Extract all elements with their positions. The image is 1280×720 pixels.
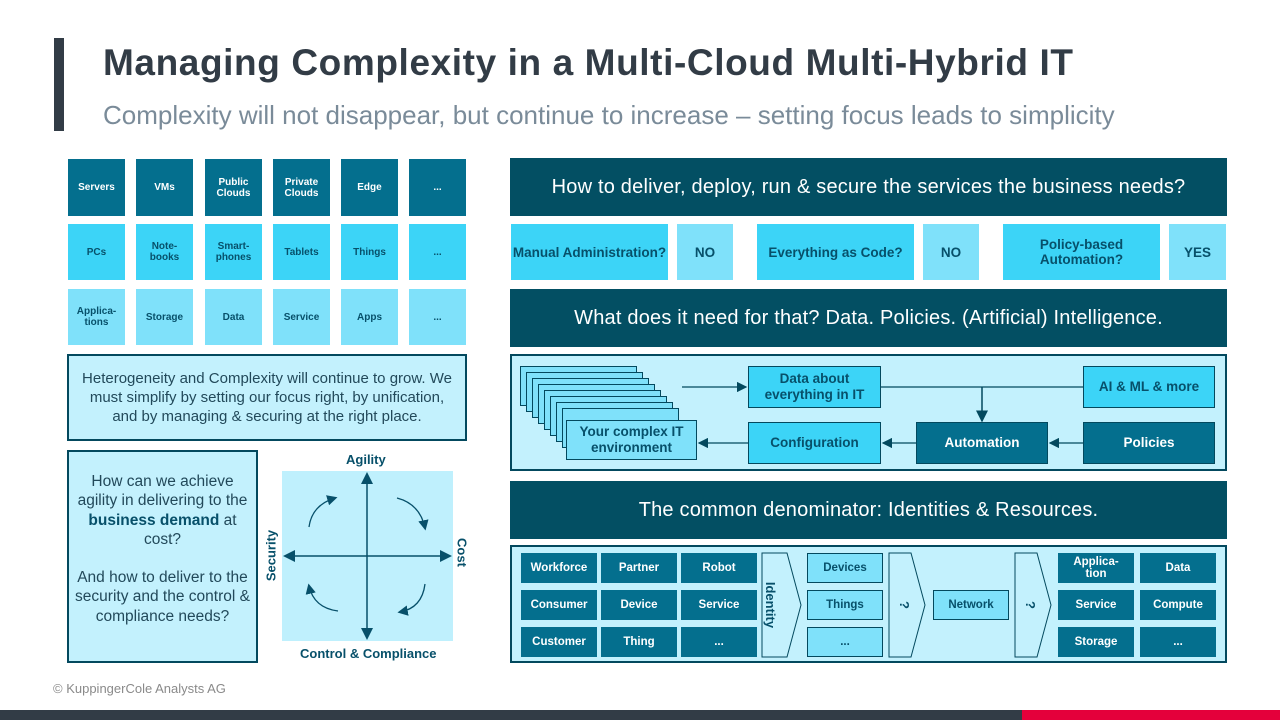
resource-compute: Compute [1140, 590, 1216, 620]
footer-bar-dark [0, 710, 1022, 720]
answer-everything-as-code: NO [923, 224, 979, 280]
cycle-arrow-top-left [308, 495, 338, 528]
tile-edge: Edge [341, 159, 398, 216]
agility-quadrant [282, 471, 453, 641]
tile-things: Things [341, 224, 398, 280]
footer-bar-accent [1022, 710, 1280, 720]
approach-policy-based-automation: Policy-based Automation? [1003, 224, 1160, 280]
axis-label-security: Security [263, 529, 279, 582]
tile-pcs: PCs [68, 224, 125, 280]
copyright: © KuppingerCole Analysts AG [53, 681, 226, 696]
tile-apps: Apps [341, 289, 398, 345]
tile-service: Service [273, 289, 330, 345]
quadrant-axes [283, 472, 452, 640]
tile-private-clouds: Private Clouds [273, 159, 330, 216]
tile-tablets: Tablets [273, 224, 330, 280]
banner-what-need: What does it need for that? Data. Polici… [510, 289, 1227, 347]
axis-label-control-compliance: Control & Compliance [300, 646, 437, 661]
device-more: ... [807, 627, 883, 657]
tile-notebooks: Note- books [136, 224, 193, 280]
resource-storage: Storage [1058, 627, 1134, 657]
cycle-arrow-bottom-right [397, 583, 426, 616]
answer-manual-administration: NO [677, 224, 733, 280]
tile-applications: Applica- tions [68, 289, 125, 345]
network-box: Network [933, 590, 1009, 620]
page-title: Managing Complexity in a Multi-Cloud Mul… [103, 42, 1074, 83]
tile-public-clouds: Public Clouds [205, 159, 262, 216]
approach-manual-administration: Manual Administration? [511, 224, 668, 280]
business-demand-emphasis: business demand [88, 511, 220, 529]
banner-common-denominator: The common denominator: Identities & Res… [510, 481, 1227, 539]
tile-vms: VMs [136, 159, 193, 216]
device-devices: Devices [807, 553, 883, 583]
complexity-note: Heterogeneity and Complexity will contin… [67, 354, 467, 441]
resource-application: Applica- tion [1058, 553, 1134, 583]
unknown-label-1: ? [897, 601, 913, 609]
resource-service: Service [1058, 590, 1134, 620]
identity-label: Identity [763, 581, 779, 629]
resource-data: Data [1140, 553, 1216, 583]
automation-flow-panel: Your complex IT environment Data about e… [510, 354, 1227, 471]
unknown-label-2: ? [1023, 601, 1039, 609]
flow-connectors [682, 381, 1083, 449]
page-subtitle: Complexity will not disappear, but conti… [103, 100, 1115, 130]
cycle-arrow-top-right [396, 497, 429, 531]
question-part-2: And how to deliver to the security and t… [75, 569, 250, 625]
axis-label-agility: Agility [346, 452, 386, 467]
banner-deliver: How to deliver, deploy, run & secure the… [510, 158, 1227, 216]
resource-more: ... [1140, 627, 1216, 657]
axis-label-cost: Cost [454, 538, 470, 567]
tile-servers: Servers [68, 159, 125, 216]
approach-everything-as-code: Everything as Code? [757, 224, 914, 280]
answer-policy-based-automation: YES [1169, 224, 1226, 280]
agility-question-box: How can we achieve agility in delivering… [67, 450, 258, 663]
tile-storage: Storage [136, 289, 193, 345]
question-text: How can we achieve agility in delivering… [77, 473, 248, 510]
question-part-1: How can we achieve agility in delivering… [75, 472, 250, 549]
tile-more-3: ... [409, 289, 466, 345]
cycle-arrow-bottom-left [305, 583, 339, 612]
tile-more-1: ... [409, 159, 466, 216]
device-things: Things [807, 590, 883, 620]
tile-data: Data [205, 289, 262, 345]
title-accent-bar [54, 38, 64, 131]
identities-resources-panel: Workforce Partner Robot Consumer Device … [510, 545, 1227, 663]
tile-smartphones: Smart- phones [205, 224, 262, 280]
tile-more-2: ... [409, 224, 466, 280]
